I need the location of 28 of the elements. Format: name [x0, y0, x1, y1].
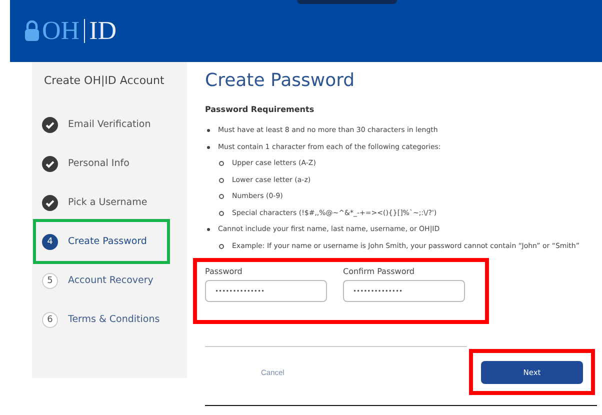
- logo-text: ID: [89, 16, 116, 46]
- field-label: Password: [205, 267, 244, 276]
- bullet-icon: [219, 178, 224, 182]
- check-icon: [42, 194, 58, 210]
- step-number: 4: [42, 234, 58, 250]
- field-label: Confirm Password: [343, 267, 416, 276]
- page-title: Create Password: [205, 70, 356, 91]
- lock-icon: [24, 20, 40, 42]
- step-number: 5: [42, 272, 58, 288]
- bullet-icon: [207, 129, 210, 132]
- bullet-icon: [207, 146, 210, 148]
- step-item[interactable]: 6 Terms & Conditions: [32, 300, 187, 339]
- bullet-icon: [219, 244, 224, 248]
- bullet-icon: [219, 210, 224, 216]
- requirements-heading: Password Requirements: [205, 105, 316, 114]
- step-item[interactable]: 5 Account Recovery: [32, 261, 187, 300]
- logo-text: OH: [42, 16, 80, 46]
- step-item[interactable]: Personal Info: [32, 144, 187, 183]
- check-icon: [42, 156, 58, 172]
- sidebar-title: Create OH|ID Account: [43, 74, 166, 87]
- step-item[interactable]: Pick a Username: [32, 183, 187, 222]
- step-number: 6: [42, 312, 58, 328]
- bullet-icon: [219, 194, 224, 199]
- step-item[interactable]: 4 Create Password: [36, 222, 167, 261]
- check-icon: [42, 116, 58, 132]
- bullet-icon: [207, 228, 210, 231]
- step-item[interactable]: Email Verification: [32, 105, 187, 144]
- bullet-icon: [219, 161, 224, 166]
